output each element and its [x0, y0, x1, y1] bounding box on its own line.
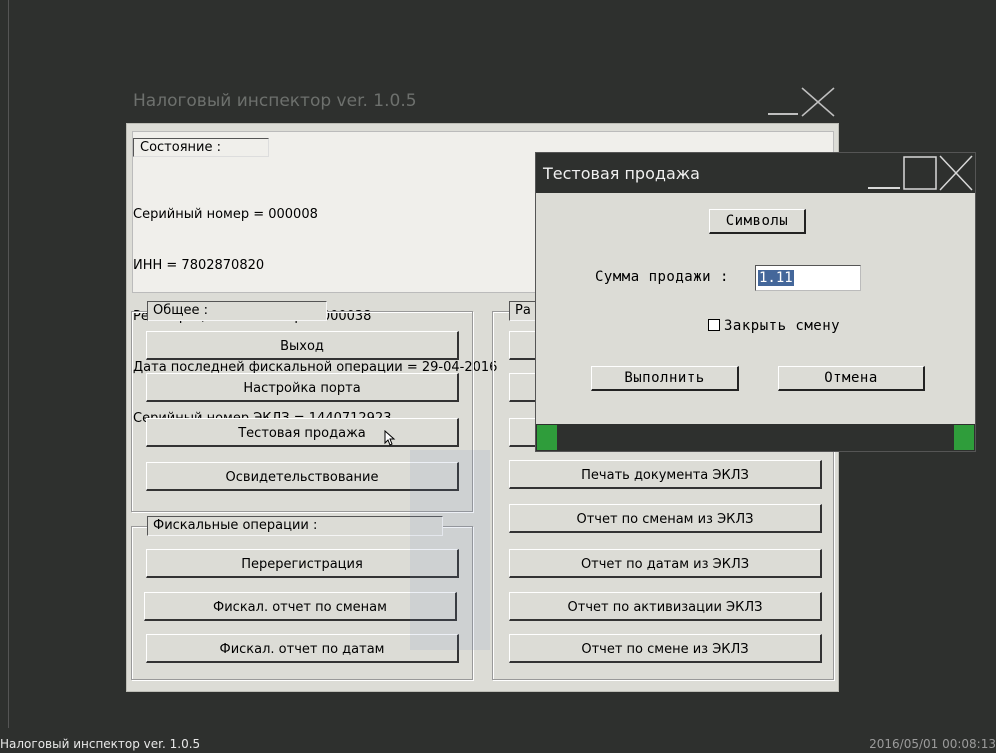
- sum-input[interactable]: 1.11: [755, 265, 861, 291]
- serial-number-line: Серийный номер = 000008: [133, 207, 318, 222]
- mouse-cursor-icon: [384, 430, 396, 446]
- close-icon[interactable]: [939, 155, 973, 191]
- close-shift-label: Закрыть смену: [724, 318, 841, 334]
- progress-right-indicator: [954, 425, 974, 450]
- dialog-controls: [868, 155, 973, 191]
- eklz-shift-report-button[interactable]: Отчет по смене из ЭКЛЗ: [509, 634, 822, 663]
- eklz-activation-report-button[interactable]: Отчет по активизации ЭКЛЗ: [509, 592, 822, 621]
- taskbar-app-label[interactable]: Налоговый инспектор ver. 1.0.5: [0, 737, 200, 751]
- cancel-button[interactable]: Отмена: [778, 366, 925, 391]
- close-shift-checkbox[interactable]: [708, 319, 720, 331]
- main-window-title: Налоговый инспектор ver. 1.0.5: [133, 91, 417, 111]
- sum-label: Сумма продажи :: [595, 269, 729, 285]
- eklz-dates-report-button[interactable]: Отчет по датам из ЭКЛЗ: [509, 549, 822, 578]
- symbols-button[interactable]: Символы: [709, 209, 806, 234]
- execute-button[interactable]: Выполнить: [591, 366, 739, 391]
- general-legend: Общее :: [147, 301, 327, 321]
- close-icon[interactable]: [801, 87, 835, 117]
- dialog-title: Тестовая продажа: [543, 164, 700, 183]
- main-window-controls: [768, 87, 835, 117]
- fiscal-legend: Фискальные операции :: [147, 516, 443, 536]
- sum-input-value: 1.11: [758, 270, 794, 286]
- taskbar-clock: 2016/05/01 00:08:13: [869, 737, 996, 751]
- port-settings-button[interactable]: Настройка порта: [146, 373, 459, 402]
- maximize-icon[interactable]: [903, 156, 937, 190]
- inn-line: ИНН = 7802870820: [133, 258, 265, 273]
- watermark-logo: [410, 450, 490, 650]
- dialog-titlebar[interactable]: Тестовая продажа: [536, 153, 975, 193]
- eklz-shifts-report-button[interactable]: Отчет по сменам из ЭКЛЗ: [509, 504, 822, 533]
- progress-left-indicator: [537, 425, 557, 450]
- exit-button[interactable]: Выход: [146, 331, 459, 360]
- state-legend: Состояние :: [133, 138, 269, 157]
- close-shift-row[interactable]: Закрыть смену: [708, 318, 840, 334]
- progress-bar: [536, 424, 975, 451]
- print-eklz-document-button[interactable]: Печать документа ЭКЛЗ: [509, 460, 822, 489]
- test-sale-dialog: Тестовая продажа Символы Сумма продажи :…: [535, 152, 976, 452]
- test-sale-button[interactable]: Тестовая продажа: [146, 418, 459, 447]
